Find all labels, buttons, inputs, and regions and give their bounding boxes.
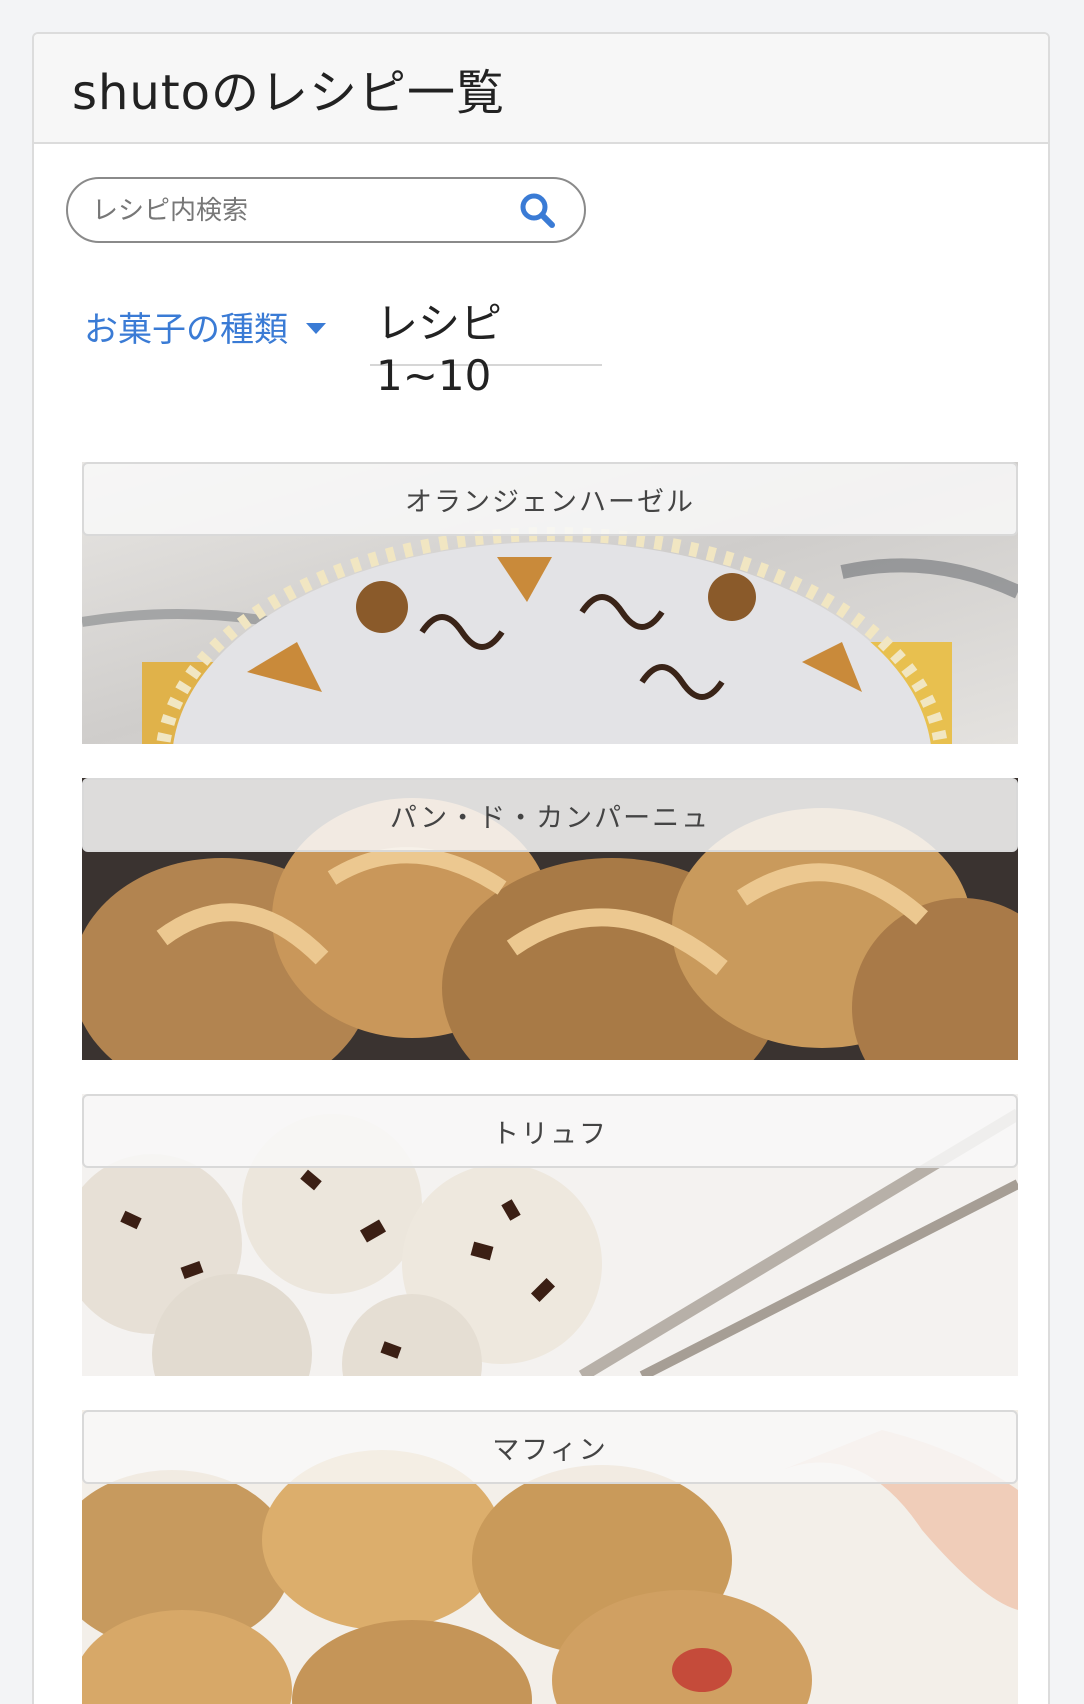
category-dropdown-label: お菓子の種類 [84, 310, 288, 350]
recipe-card[interactable]: パン・ド・カンパーニュ [82, 778, 1018, 1060]
recipe-title[interactable]: マフィン [82, 1410, 1018, 1484]
recipe-card[interactable]: オランジェンハーゼル [82, 462, 1018, 744]
caret-down-icon [306, 323, 326, 334]
search-input[interactable] [92, 189, 492, 233]
recipe-title[interactable]: オランジェンハーゼル [82, 462, 1018, 536]
recipe-list-card: shutoのレシピ一覧 お菓子の種類 レシピ1~10 [32, 32, 1050, 1704]
recipe-title[interactable]: パン・ド・カンパーニュ [82, 778, 1018, 852]
recipe-title[interactable]: トリュフ [82, 1094, 1018, 1168]
card-header: shutoのレシピ一覧 [34, 34, 1048, 144]
tab-recipes-1-10[interactable]: レシピ1~10 [370, 290, 602, 400]
page-title: shutoのレシピ一覧 [72, 65, 506, 121]
search-box[interactable] [66, 177, 586, 243]
recipe-card[interactable]: トリュフ [82, 1094, 1018, 1376]
category-dropdown[interactable]: お菓子の種類 [84, 302, 326, 351]
search-icon[interactable] [518, 191, 558, 231]
recipe-card[interactable]: マフィン [82, 1410, 1018, 1704]
